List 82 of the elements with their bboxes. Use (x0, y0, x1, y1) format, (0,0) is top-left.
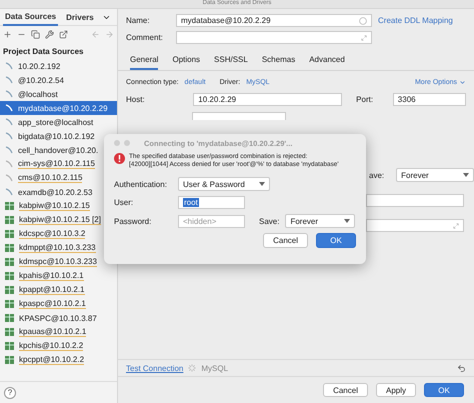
external-link-icon[interactable] (59, 30, 68, 38)
input-field[interactable] (366, 194, 464, 207)
data-source-item[interactable]: kpcppt@10.10.2.2 (0, 353, 117, 367)
data-source-item[interactable]: mydatabase@10.20.2.29 (0, 101, 117, 115)
grid-icon (5, 314, 14, 322)
data-source-item[interactable]: kpchis@10.10.2.2 (0, 339, 117, 353)
grid-icon (5, 216, 14, 224)
data-source-item[interactable]: kdcspc@10.10.3.2 (0, 227, 117, 241)
data-source-item[interactable]: kpahis@10.10.2.1 (0, 269, 117, 283)
input-field[interactable] (192, 112, 286, 120)
field-label: Comment: (126, 33, 164, 42)
wrench-icon[interactable] (45, 30, 54, 38)
data-source-item[interactable]: kdmspc@10.10.3.233 (0, 255, 117, 269)
host-field[interactable]: 10.20.2.29 (193, 93, 342, 106)
port-field[interactable]: 3306 (392, 93, 466, 106)
tab[interactable]: Schemas (262, 52, 296, 70)
spinner-icon (188, 364, 196, 372)
data-source-item[interactable]: kpauas@10.10.2.1 (0, 325, 117, 339)
data-source-item[interactable]: kdmppt@10.10.3.233 (0, 241, 117, 255)
field-label: Port: (356, 95, 374, 104)
comment-field[interactable] (176, 31, 372, 44)
field-label: Save: (259, 216, 280, 226)
grid-icon (5, 230, 14, 238)
tab[interactable]: General (130, 52, 158, 70)
data-source-item[interactable]: @localhost (0, 87, 117, 101)
grid-icon (5, 258, 14, 266)
grid-icon (5, 202, 14, 210)
field-label: User: (114, 198, 134, 207)
data-source-item[interactable]: kpappt@10.10.2.1 (0, 283, 117, 297)
data-source-item[interactable]: 10.20.2.192 (0, 59, 117, 73)
caret-icon (344, 219, 350, 223)
save-dropdown[interactable]: Forever (396, 168, 474, 182)
tab[interactable]: Advanced (309, 52, 345, 70)
field-label: Host: (126, 95, 146, 104)
grid-icon (5, 272, 14, 280)
dialog-button[interactable]: Cancel (323, 383, 368, 397)
help-button[interactable]: ? (4, 386, 16, 398)
data-source-item[interactable]: KPASPC@10.10.3.87 (0, 311, 117, 325)
dialog-button[interactable]: Apply (376, 383, 416, 397)
window-dot[interactable] (114, 140, 120, 146)
grid-icon (5, 286, 14, 294)
window-dot[interactable] (124, 140, 130, 146)
circle-icon (359, 16, 367, 24)
grid-icon (5, 342, 14, 350)
sidebar-tab[interactable]: Drivers (64, 10, 96, 24)
dialog-button[interactable]: OK (316, 233, 356, 248)
name-field[interactable]: mydatabase@10.20.2.29 (176, 14, 372, 27)
authentication-dropdown[interactable]: User & Password (178, 177, 270, 191)
back-icon[interactable] (91, 30, 100, 38)
data-source-item[interactable]: kpaspc@10.10.2.1 (0, 297, 117, 311)
caret-icon (463, 173, 469, 177)
caret-icon (259, 182, 265, 186)
field-label: Authentication: (114, 180, 168, 188)
copy-icon[interactable] (31, 30, 40, 38)
data-source-item[interactable]: bigdata@10.10.2.192 (0, 129, 117, 143)
forward-icon[interactable] (105, 30, 114, 38)
data-source-item[interactable]: app_store@localhost (0, 115, 117, 129)
grid-icon (5, 356, 14, 364)
error-icon (114, 153, 125, 164)
field-label: Name: (126, 16, 151, 25)
undo-icon[interactable] (457, 364, 466, 372)
field-label: ave: (369, 170, 384, 180)
dialog-button[interactable]: OK (424, 383, 464, 397)
input-field[interactable] (366, 219, 464, 232)
sidebar-tab[interactable]: Data Sources (3, 8, 58, 26)
test-connection-link[interactable]: Test Connection (126, 364, 184, 372)
field-label: Password: (114, 216, 152, 226)
save-dropdown[interactable]: Forever (285, 214, 356, 228)
create-ddl-mapping-link[interactable]: Create DDL Mapping (378, 16, 453, 25)
driver-status: MySQL (201, 364, 228, 372)
section-title: Project Data Sources (2, 46, 84, 58)
data-source-item[interactable]: cim-sys@10.10.2.115 (0, 157, 117, 171)
tab[interactable]: Options (172, 52, 200, 70)
data-source-item[interactable]: cell_handover@10.20. (0, 143, 117, 157)
dialog-button[interactable]: Cancel (263, 233, 308, 248)
add-icon[interactable] (3, 30, 12, 38)
grid-icon (5, 244, 14, 252)
user-field[interactable]: root (178, 196, 245, 209)
tab[interactable]: SSH/SSL (214, 52, 248, 70)
data-source-item[interactable]: @10.20.2.54 (0, 73, 117, 87)
grid-icon (5, 300, 14, 308)
grid-icon (5, 328, 14, 336)
